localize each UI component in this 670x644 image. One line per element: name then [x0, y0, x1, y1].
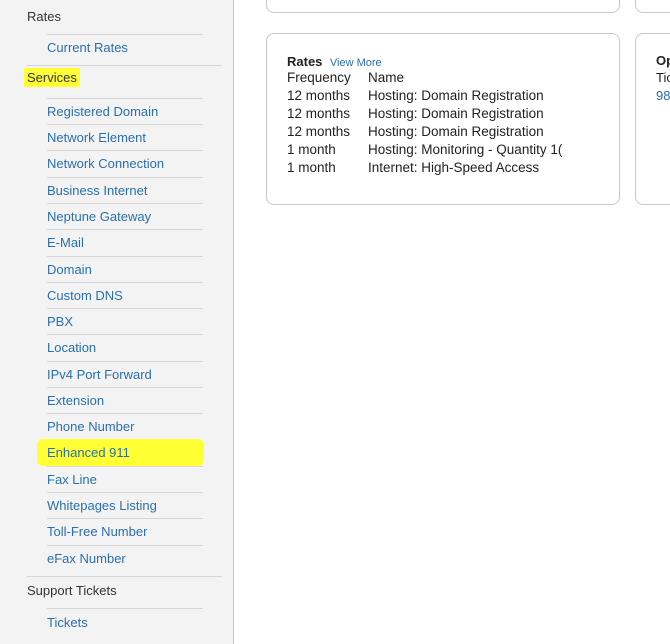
cell-name: Hosting: Monitoring - Quantity 1( — [368, 142, 563, 157]
cell-name: Internet: High-Speed Access — [368, 160, 540, 175]
sidebar-item-label: PBX — [47, 314, 74, 329]
rates-table: Frequency Name 12 months Hosting: Domain R… — [287, 69, 582, 177]
top-card-partial-right — [635, 0, 670, 13]
rates-card-title: Rates — [287, 54, 323, 69]
sidebar-item-label: Current Rates — [47, 40, 128, 55]
sidebar-item-label: Custom DNS — [47, 288, 123, 303]
sidebar-item-label: Network Element — [47, 130, 146, 145]
divider — [47, 203, 203, 204]
open-tickets-card-link[interactable]: 98 — [656, 88, 670, 103]
open-tickets-card-label: Tic — [656, 70, 670, 85]
sidebar-item-label: Whitepages Listing — [47, 498, 157, 513]
sidebar-item-efax-number[interactable]: eFax Number — [47, 549, 203, 575]
sidebar-item-label: Registered Domain — [47, 104, 159, 119]
cell-name: Hosting: Domain Registration — [368, 124, 544, 139]
sidebar-item-label: Extension — [47, 393, 105, 408]
rates-card: Rates View More Frequency Name 12 months H… — [266, 33, 620, 205]
cell-frequency: 12 months — [287, 106, 351, 121]
sidebar-item-label: Enhanced 911 — [47, 445, 130, 460]
divider — [47, 150, 203, 151]
sidebar-heading-support-tickets: Support Tickets — [27, 583, 117, 598]
view-more-link[interactable]: View More — [330, 57, 382, 69]
sidebar-item-label: Phone Number — [47, 419, 135, 434]
sidebar-item-label: IPv4 Port Forward — [47, 367, 152, 382]
column-header-frequency: Frequency — [287, 70, 351, 85]
cell-frequency: 12 months — [287, 124, 351, 139]
services-heading-highlight: Services — [24, 68, 80, 87]
table-header-row: Frequency Name — [287, 69, 582, 87]
divider — [47, 308, 203, 309]
sidebar-heading-rates: Rates — [27, 9, 61, 24]
divider — [47, 608, 203, 609]
divider — [47, 518, 203, 519]
sidebar-item-label: Fax Line — [47, 472, 97, 487]
sidebar-nav: Rates Current Rates Services Registered … — [0, 0, 234, 644]
table-row: 12 months Hosting: Domain Registration — [287, 105, 582, 123]
sidebar-item-label: eFax Number — [47, 551, 126, 566]
open-tickets-card: Op Tic 98 — [635, 33, 670, 205]
divider — [47, 229, 203, 230]
table-row: 12 months Hosting: Domain Registration — [287, 123, 582, 141]
table-row: 1 month Hosting: Monitoring - Quantity 1( — [287, 141, 582, 159]
divider — [47, 413, 203, 414]
divider — [27, 65, 222, 66]
sidebar-item-current-rates[interactable]: Current Rates — [47, 38, 203, 64]
sidebar-item-label: Network Connection — [47, 156, 165, 171]
divider — [47, 282, 203, 283]
cell-name: Hosting: Domain Registration — [368, 106, 544, 121]
sidebar-item-label: Toll-Free Number — [47, 524, 148, 539]
sidebar-item-label: E-Mail — [47, 235, 84, 250]
column-header-name: Name — [368, 70, 405, 85]
sidebar-heading-services: Services — [24, 68, 80, 87]
sidebar-item-label: Tickets — [47, 615, 88, 630]
top-card-partial — [266, 0, 620, 13]
divider — [47, 124, 203, 125]
divider — [47, 492, 203, 493]
divider — [47, 545, 203, 546]
sidebar-item-label: Business Internet — [47, 183, 148, 198]
cell-frequency: 12 months — [287, 88, 351, 103]
cell-frequency: 1 month — [287, 160, 336, 175]
divider — [47, 256, 203, 257]
divider — [47, 98, 203, 99]
divider — [47, 34, 203, 35]
table-row: 1 month Internet: High-Speed Access — [287, 159, 582, 177]
sidebar-item-label: Neptune Gateway — [47, 209, 152, 224]
divider — [47, 334, 203, 335]
divider — [47, 466, 203, 467]
sidebar-item-tickets[interactable]: Tickets — [47, 613, 203, 639]
sidebar-item-label: Location — [47, 340, 97, 355]
cell-name: Hosting: Domain Registration — [368, 88, 544, 103]
open-tickets-card-title: Op — [656, 53, 670, 68]
divider — [47, 177, 203, 178]
cell-frequency: 1 month — [287, 142, 336, 157]
sidebar-item-label: Domain — [47, 262, 92, 277]
divider — [27, 576, 222, 577]
divider — [47, 361, 203, 362]
divider — [47, 387, 203, 388]
table-row: 12 months Hosting: Domain Registration — [287, 87, 582, 105]
